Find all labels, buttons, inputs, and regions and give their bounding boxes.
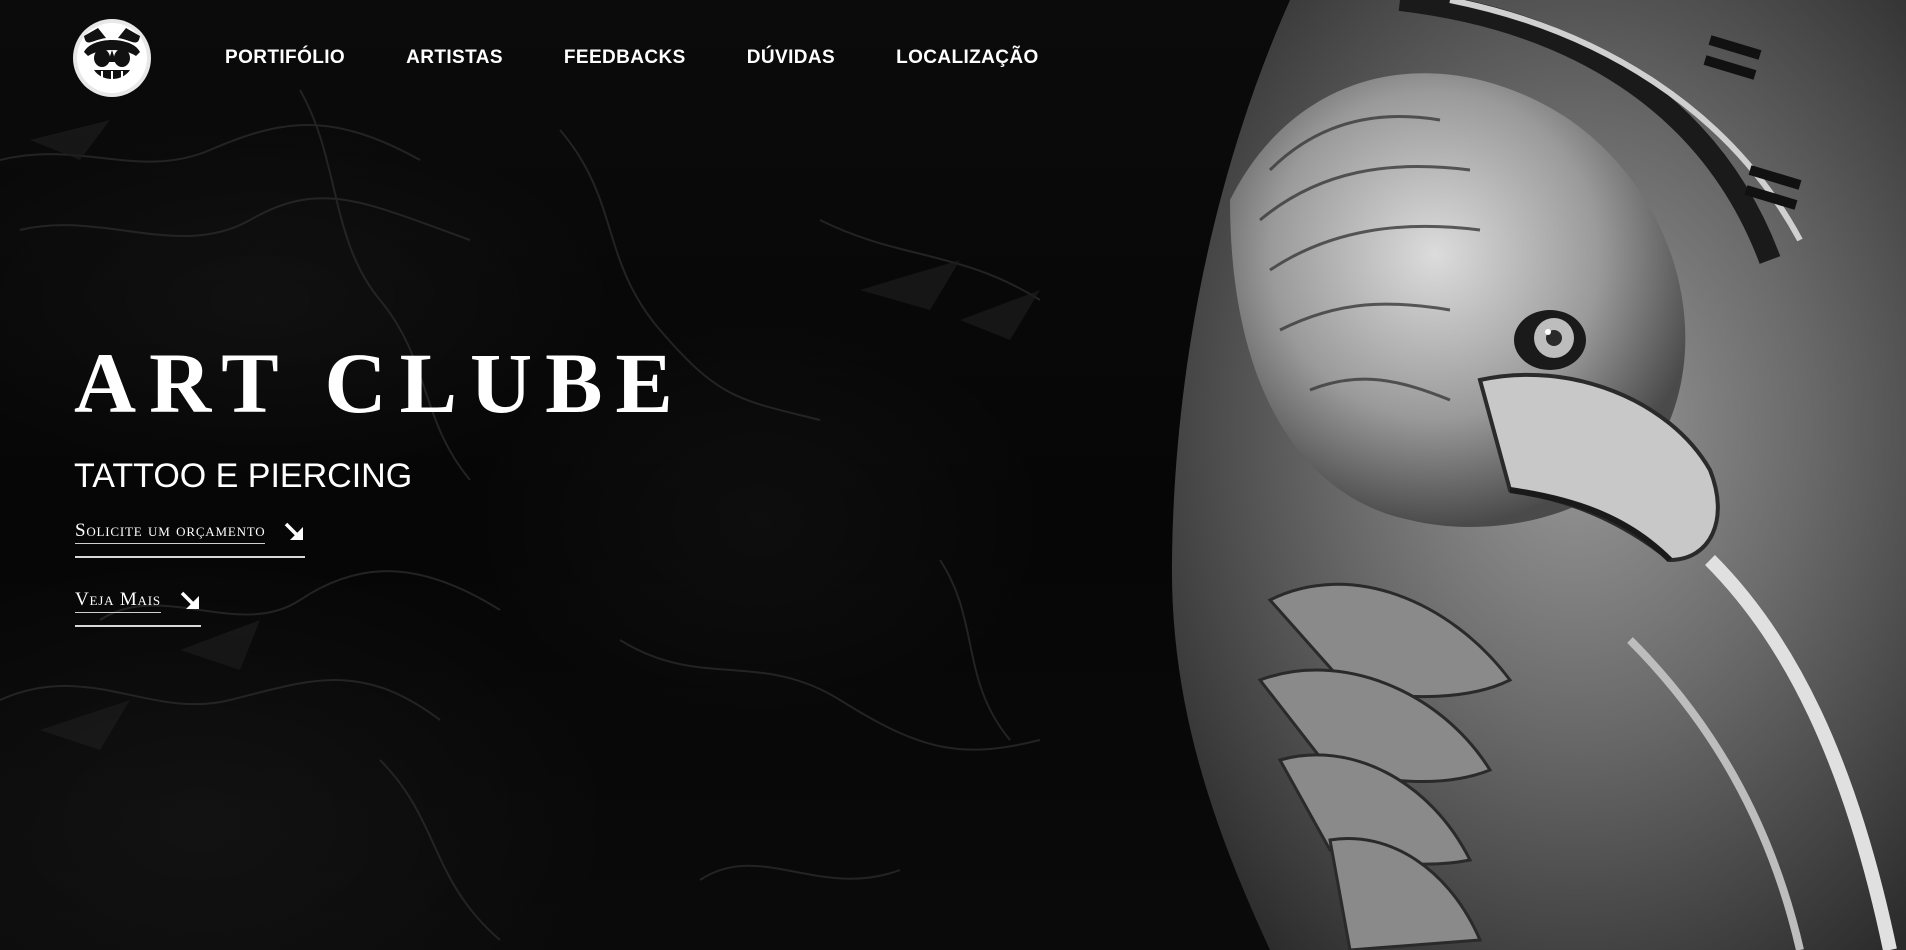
cartoon-mascot-logo-icon <box>73 19 151 97</box>
eagle-tattoo-image <box>1171 0 1906 950</box>
request-quote-link[interactable]: Solicite um orçamento <box>75 520 306 558</box>
logo[interactable] <box>72 18 152 98</box>
arrow-down-right-icon <box>285 522 304 541</box>
hero-title: ART CLUBE <box>74 335 686 431</box>
nav-item-artists[interactable]: ARTISTAS <box>406 47 503 69</box>
request-quote-label: Solicite um orçamento <box>75 520 266 544</box>
nav-item-location[interactable]: LOCALIZAÇÃO <box>896 47 1039 69</box>
hero-subtitle: TATTOO E PIERCING <box>74 457 413 495</box>
nav-item-portfolio[interactable]: PORTIFÓLIO <box>225 47 345 69</box>
see-more-link[interactable]: Veja Mais <box>75 589 201 627</box>
nav-item-feedbacks[interactable]: FEEDBACKS <box>564 47 686 69</box>
main-nav: PORTIFÓLIO ARTISTAS FEEDBACKS DÚVIDAS LO… <box>225 47 1100 69</box>
nav-item-faq[interactable]: DÚVIDAS <box>747 47 835 69</box>
arrow-down-right-icon <box>180 591 199 610</box>
landing-page: PORTIFÓLIO ARTISTAS FEEDBACKS DÚVIDAS LO… <box>0 0 1906 950</box>
see-more-label: Veja Mais <box>75 589 161 613</box>
